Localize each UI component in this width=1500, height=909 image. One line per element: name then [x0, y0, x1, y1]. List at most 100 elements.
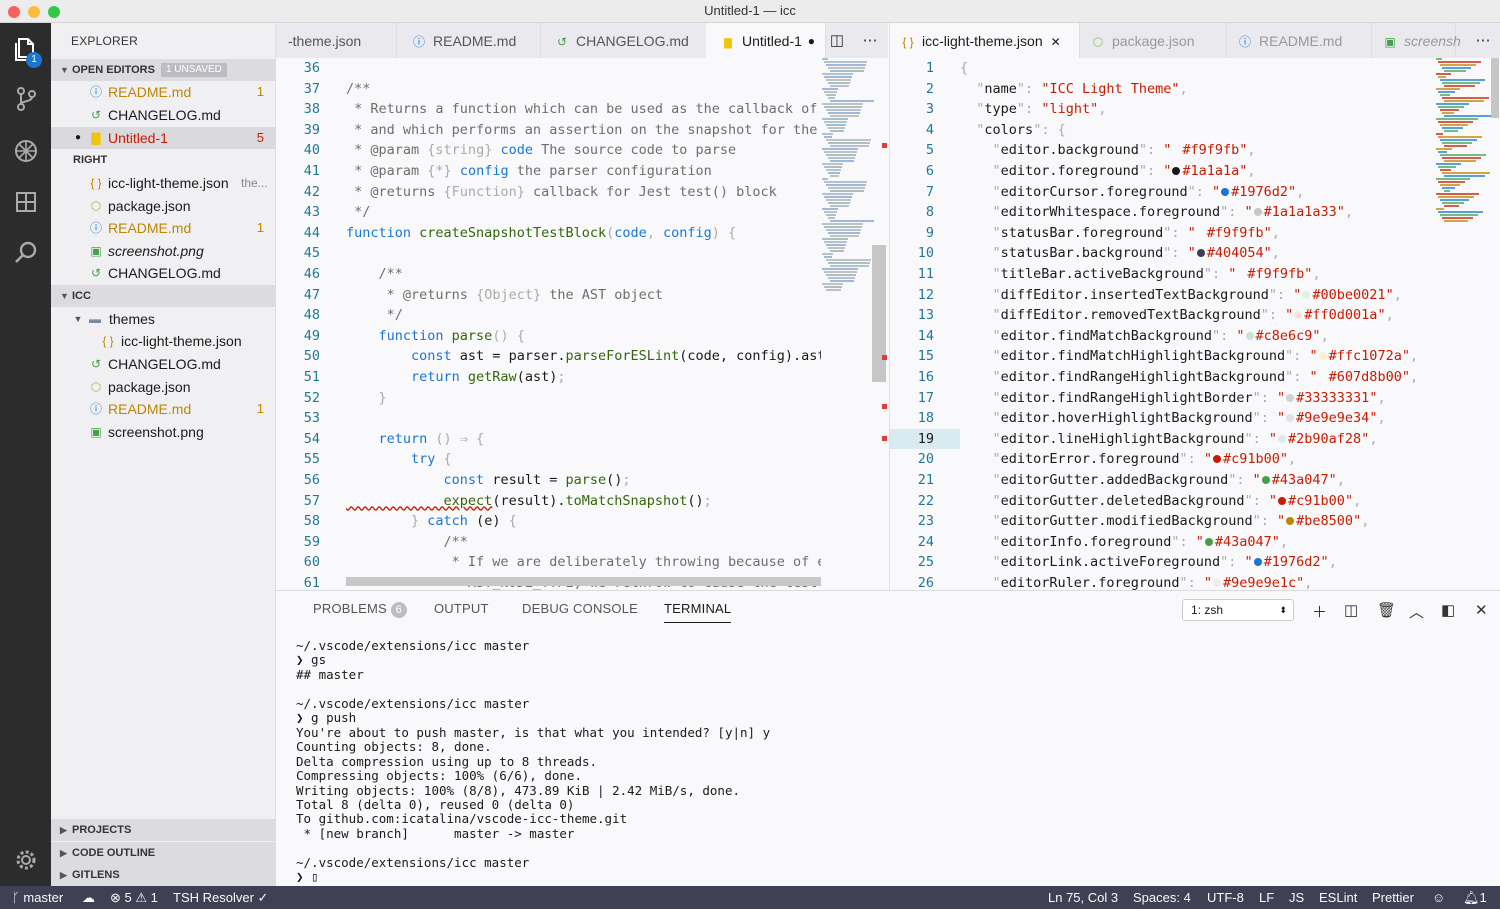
sync-icon[interactable]: ☁ — [82, 886, 95, 909]
more-actions-icon[interactable]: ⋯ — [855, 23, 885, 58]
minimize-window-button[interactable] — [28, 6, 40, 18]
split-terminal-icon[interactable]: ◫ — [1344, 601, 1358, 619]
panel-tab[interactable]: PROBLEMS 6 — [313, 601, 407, 618]
file-item[interactable]: { } icc-light-theme.json the... — [51, 172, 276, 194]
terminal-line: Writing objects: 100% (8/8), 473.89 KiB … — [296, 782, 741, 798]
file-item[interactable]: ↺ CHANGELOG.md — [51, 262, 276, 284]
collapsed-section[interactable]: ▶ CODE OUTLINE — [51, 841, 276, 864]
close-window-button[interactable] — [8, 6, 20, 18]
editor-tab[interactable]: { } icc-light-theme.json ✕ — [890, 23, 1080, 58]
panel-tab[interactable]: DEBUG CONSOLE — [522, 601, 638, 616]
open-editors-header[interactable]: ▼ OPEN EDITORS 1 UNSAVED — [51, 59, 276, 81]
color-swatch[interactable] — [1221, 187, 1230, 196]
code-token: @param — [370, 163, 428, 179]
color-swatch[interactable] — [1294, 311, 1303, 320]
color-swatch[interactable] — [1237, 270, 1245, 278]
debug-activity[interactable] — [0, 127, 51, 175]
file-item[interactable]: ↺ CHANGELOG.md — [51, 353, 276, 375]
close-icon[interactable]: ✕ — [1051, 35, 1061, 49]
color-swatch[interactable] — [1196, 249, 1205, 258]
minimap[interactable] — [822, 58, 874, 590]
tsh-resolver[interactable]: TSH Resolver ✓ — [173, 886, 268, 909]
color-swatch[interactable] — [1286, 393, 1295, 402]
editor-tab[interactable]: ⬡ package.json — [1080, 23, 1227, 58]
color-swatch[interactable] — [1318, 352, 1327, 361]
cursor-position[interactable]: Ln 75, Col 3 — [1048, 886, 1118, 909]
close-icon[interactable]: ✕ — [1475, 601, 1488, 619]
trash-icon[interactable]: 🗑 — [1377, 601, 1396, 619]
color-swatch[interactable] — [1319, 373, 1327, 381]
folder-themes[interactable]: ▼ ▬ themes — [51, 308, 276, 330]
chevron-up-icon[interactable]: ︿ — [1409, 601, 1424, 622]
scm-activity[interactable] — [0, 75, 51, 123]
minimap-line — [830, 160, 854, 162]
search-activity[interactable] — [0, 229, 51, 277]
horizontal-scrollbar[interactable] — [346, 577, 821, 586]
new-terminal-icon[interactable]: ＋ — [1312, 601, 1327, 622]
terminal-select[interactable]: 1: zsh ⬍ — [1182, 599, 1294, 621]
color-swatch[interactable] — [1286, 414, 1295, 423]
color-swatch[interactable] — [1286, 517, 1295, 526]
indentation[interactable]: Spaces: 4 — [1133, 886, 1191, 909]
split-editor-icon[interactable]: ◫ — [822, 23, 852, 58]
file-item[interactable]: ▣ screenshot.png — [51, 421, 276, 443]
file-item[interactable]: ⬡ package.json — [51, 195, 276, 217]
color-swatch[interactable] — [1278, 496, 1287, 505]
file-item[interactable]: ⓘ README.md 1 — [51, 217, 276, 239]
line-number: 38 — [303, 101, 320, 118]
editor-tab[interactable]: ⓘ README.md — [1227, 23, 1372, 58]
problems-item[interactable]: ⊗ 5 ⚠ 1 — [110, 886, 158, 909]
color-swatch[interactable] — [1213, 579, 1221, 587]
end-of-line[interactable]: LF — [1259, 886, 1274, 909]
file-item[interactable]: ↺ CHANGELOG.md — [51, 104, 276, 126]
color-swatch[interactable] — [1213, 455, 1221, 464]
file-item[interactable]: ⬡ package.json — [51, 376, 276, 398]
json-value: #9e9e9e34 — [1296, 410, 1370, 427]
feedback-smiley-icon[interactable]: ☺ — [1432, 886, 1445, 909]
extensions-activity[interactable] — [0, 178, 51, 226]
maximize-window-button[interactable] — [48, 6, 60, 18]
quote: " — [992, 575, 1001, 590]
vertical-scrollbar-right[interactable] — [1491, 58, 1499, 118]
color-swatch[interactable] — [1278, 434, 1287, 443]
encoding[interactable]: UTF-8 — [1207, 886, 1244, 909]
settings-activity[interactable] — [0, 836, 51, 884]
editor-tab[interactable]: ⓘ README.md — [397, 23, 541, 58]
color-swatch[interactable] — [1253, 208, 1262, 217]
editor-tab[interactable]: ▣ screensh — [1372, 23, 1461, 58]
collapsed-section[interactable]: ▶ GITLENS — [51, 864, 276, 886]
editor-tab[interactable]: ↺ CHANGELOG.md — [540, 23, 712, 58]
panel-tab[interactable]: OUTPUT — [434, 601, 489, 616]
color-swatch[interactable] — [1197, 229, 1205, 237]
vertical-scrollbar[interactable] — [872, 245, 886, 382]
color-swatch[interactable] — [1253, 558, 1262, 567]
panel-layout-icon[interactable]: ◧ — [1441, 601, 1455, 619]
icc-folder-header[interactable]: ▼ ICC — [51, 285, 276, 307]
eslint-status[interactable]: ESLint — [1319, 886, 1357, 909]
color-swatch[interactable] — [1204, 537, 1213, 546]
explorer-activity[interactable]: 1 — [0, 25, 51, 73]
unsaved-dot-icon[interactable]: ● — [808, 23, 815, 58]
prettier-status[interactable]: Prettier — [1372, 886, 1414, 909]
file-item[interactable]: ▣ screenshot.png — [51, 240, 276, 262]
file-item[interactable]: ● ▇ Untitled-1 5 — [51, 127, 276, 149]
minimap-right[interactable] — [1436, 58, 1493, 590]
panel-tab[interactable]: TERMINAL — [664, 601, 732, 623]
comma: , — [1271, 245, 1280, 262]
json-key: editor.findMatchHighlightBackground — [1000, 348, 1286, 365]
collapsed-section[interactable]: ▶ PROJECTS — [51, 819, 276, 841]
file-item[interactable]: { } icc-light-theme.json — [51, 330, 276, 352]
more-actions-icon[interactable]: ⋯ — [1468, 23, 1498, 58]
language-mode[interactable]: JS — [1289, 886, 1304, 909]
color-swatch[interactable] — [1245, 331, 1254, 340]
notifications-item[interactable]: 🔔︎1 — [1463, 886, 1487, 909]
branch-item[interactable]: ᚴ master — [12, 886, 63, 909]
color-swatch[interactable] — [1302, 290, 1311, 299]
color-swatch[interactable] — [1172, 167, 1181, 175]
editor-tab[interactable]: ▇ Untitled-1 ● — [706, 23, 826, 58]
file-item[interactable]: ⓘ README.md 1 — [51, 398, 276, 420]
color-swatch[interactable] — [1172, 146, 1180, 154]
color-swatch[interactable] — [1261, 476, 1270, 484]
file-item[interactable]: ⓘ README.md 1 — [51, 81, 276, 103]
editor-tab[interactable]: -theme.json — [276, 23, 397, 58]
